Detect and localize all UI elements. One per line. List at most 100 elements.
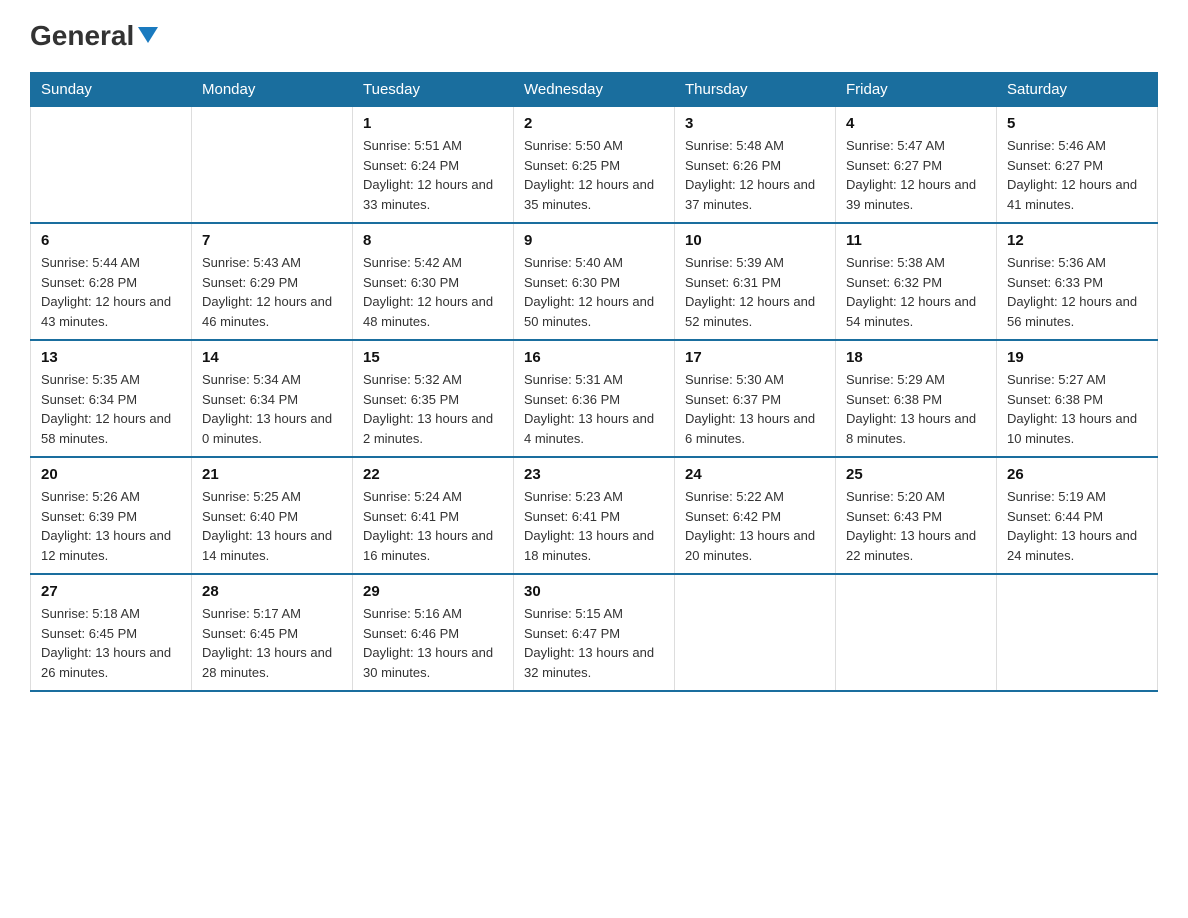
daylight-text: Daylight: 13 hours and 26 minutes. (41, 643, 181, 682)
day-info: Sunrise: 5:17 AMSunset: 6:45 PMDaylight:… (202, 604, 342, 682)
calendar-cell: 27 Sunrise: 5:18 AMSunset: 6:45 PMDayligh… (31, 574, 192, 691)
day-info: Sunrise: 5:42 AMSunset: 6:30 PMDaylight:… (363, 253, 503, 331)
sunset-text: Sunset: 6:28 PM (41, 273, 181, 293)
day-info: Sunrise: 5:30 AMSunset: 6:37 PMDaylight:… (685, 370, 825, 448)
day-number: 14 (202, 349, 342, 366)
calendar-week-row: 27Sunrise: 5:18 AMSunset: 6:45 PMDayligh… (31, 574, 1158, 691)
calendar-cell: 22Sunrise: 5:24 AMSunset: 6:41 PMDayligh… (353, 457, 514, 574)
calendar-table: SundayMondayTuesdayWednesdayThursdayFrid… (30, 72, 1158, 692)
daylight-text: Daylight: 13 hours and 14 minutes. (202, 526, 342, 565)
day-info: Sunrise: 5:38 AMSunset: 6:32 PMDaylight:… (846, 253, 986, 331)
calendar-cell (31, 107, 192, 224)
sunrise-text: Sunrise: 5:26 AM (41, 487, 181, 507)
sunrise-text: Sunrise: 5:18 AM (41, 604, 181, 624)
day-info: Sunrise: 5:47 AMSunset: 6:27 PMDaylight:… (846, 136, 986, 214)
sunset-text: Sunset: 6:36 PM (524, 390, 664, 410)
sunrise-text: Sunrise: 5:32 AM (363, 370, 503, 390)
daylight-text: Daylight: 13 hours and 6 minutes. (685, 409, 825, 448)
calendar-cell: 3Sunrise: 5:48 AMSunset: 6:26 PMDaylight… (675, 107, 836, 224)
calendar-cell: 18Sunrise: 5:29 AMSunset: 6:38 PMDayligh… (836, 340, 997, 457)
daylight-text: Daylight: 13 hours and 4 minutes. (524, 409, 664, 448)
sunset-text: Sunset: 6:41 PM (524, 507, 664, 527)
day-number: 19 (1007, 349, 1147, 366)
calendar-week-row: 6Sunrise: 5:44 AMSunset: 6:28 PMDaylight… (31, 223, 1158, 340)
daylight-text: Daylight: 13 hours and 22 minutes. (846, 526, 986, 565)
day-number: 13 (41, 349, 181, 366)
sunset-text: Sunset: 6:27 PM (846, 156, 986, 176)
day-info: Sunrise: 5:18 AMSunset: 6:45 PMDaylight:… (41, 604, 181, 682)
day-info: Sunrise: 5:43 AMSunset: 6:29 PMDaylight:… (202, 253, 342, 331)
sunset-text: Sunset: 6:35 PM (363, 390, 503, 410)
sunset-text: Sunset: 6:40 PM (202, 507, 342, 527)
sunset-text: Sunset: 6:30 PM (363, 273, 503, 293)
logo-general-text: General (30, 20, 134, 52)
sunrise-text: Sunrise: 5:20 AM (846, 487, 986, 507)
calendar-cell: 24Sunrise: 5:22 AMSunset: 6:42 PMDayligh… (675, 457, 836, 574)
day-info: Sunrise: 5:25 AMSunset: 6:40 PMDaylight:… (202, 487, 342, 565)
day-info: Sunrise: 5:32 AMSunset: 6:35 PMDaylight:… (363, 370, 503, 448)
daylight-text: Daylight: 12 hours and 50 minutes. (524, 292, 664, 331)
calendar-cell: 30Sunrise: 5:15 AMSunset: 6:47 PMDayligh… (514, 574, 675, 691)
calendar-cell: 6Sunrise: 5:44 AMSunset: 6:28 PMDaylight… (31, 223, 192, 340)
sunset-text: Sunset: 6:43 PM (846, 507, 986, 527)
sunset-text: Sunset: 6:46 PM (363, 624, 503, 644)
calendar-cell: 7Sunrise: 5:43 AMSunset: 6:29 PMDaylight… (192, 223, 353, 340)
daylight-text: Daylight: 12 hours and 58 minutes. (41, 409, 181, 448)
calendar-cell: 13Sunrise: 5:35 AMSunset: 6:34 PMDayligh… (31, 340, 192, 457)
day-info: Sunrise: 5:23 AMSunset: 6:41 PMDaylight:… (524, 487, 664, 565)
sunset-text: Sunset: 6:24 PM (363, 156, 503, 176)
calendar-header-row: SundayMondayTuesdayWednesdayThursdayFrid… (31, 73, 1158, 107)
day-number: 3 (685, 115, 825, 132)
calendar-cell: 17Sunrise: 5:30 AMSunset: 6:37 PMDayligh… (675, 340, 836, 457)
day-number: 2 (524, 115, 664, 132)
sunset-text: Sunset: 6:30 PM (524, 273, 664, 293)
sunrise-text: Sunrise: 5:35 AM (41, 370, 181, 390)
sunrise-text: Sunrise: 5:29 AM (846, 370, 986, 390)
weekday-header-friday: Friday (836, 73, 997, 107)
logo-triangle-icon (138, 27, 158, 43)
sunset-text: Sunset: 6:41 PM (363, 507, 503, 527)
calendar-cell: 4Sunrise: 5:47 AMSunset: 6:27 PMDaylight… (836, 107, 997, 224)
day-number: 1 (363, 115, 503, 132)
calendar-cell (836, 574, 997, 691)
sunrise-text: Sunrise: 5:16 AM (363, 604, 503, 624)
logo: General (30, 20, 158, 52)
sunrise-text: Sunrise: 5:38 AM (846, 253, 986, 273)
calendar-cell: 5Sunrise: 5:46 AMSunset: 6:27 PMDaylight… (997, 107, 1158, 224)
calendar-cell (192, 107, 353, 224)
sunrise-text: Sunrise: 5:17 AM (202, 604, 342, 624)
day-info: Sunrise: 5:29 AMSunset: 6:38 PMDaylight:… (846, 370, 986, 448)
sunrise-text: Sunrise: 5:39 AM (685, 253, 825, 273)
daylight-text: Daylight: 12 hours and 52 minutes. (685, 292, 825, 331)
sunrise-text: Sunrise: 5:44 AM (41, 253, 181, 273)
daylight-text: Daylight: 12 hours and 33 minutes. (363, 175, 503, 214)
calendar-cell: 21Sunrise: 5:25 AMSunset: 6:40 PMDayligh… (192, 457, 353, 574)
calendar-cell: 20Sunrise: 5:26 AMSunset: 6:39 PMDayligh… (31, 457, 192, 574)
daylight-text: Daylight: 13 hours and 20 minutes. (685, 526, 825, 565)
day-number: 10 (685, 232, 825, 249)
day-info: Sunrise: 5:40 AMSunset: 6:30 PMDaylight:… (524, 253, 664, 331)
calendar-cell: 29Sunrise: 5:16 AMSunset: 6:46 PMDayligh… (353, 574, 514, 691)
calendar-cell: 16Sunrise: 5:31 AMSunset: 6:36 PMDayligh… (514, 340, 675, 457)
day-info: Sunrise: 5:31 AMSunset: 6:36 PMDaylight:… (524, 370, 664, 448)
daylight-text: Daylight: 12 hours and 56 minutes. (1007, 292, 1147, 331)
calendar-cell: 23Sunrise: 5:23 AMSunset: 6:41 PMDayligh… (514, 457, 675, 574)
calendar-cell: 12Sunrise: 5:36 AMSunset: 6:33 PMDayligh… (997, 223, 1158, 340)
sunrise-text: Sunrise: 5:31 AM (524, 370, 664, 390)
calendar-week-row: 1Sunrise: 5:51 AMSunset: 6:24 PMDaylight… (31, 107, 1158, 224)
daylight-text: Daylight: 13 hours and 18 minutes. (524, 526, 664, 565)
calendar-cell: 14Sunrise: 5:34 AMSunset: 6:34 PMDayligh… (192, 340, 353, 457)
sunset-text: Sunset: 6:45 PM (202, 624, 342, 644)
daylight-text: Daylight: 12 hours and 39 minutes. (846, 175, 986, 214)
day-number: 9 (524, 232, 664, 249)
sunset-text: Sunset: 6:34 PM (202, 390, 342, 410)
daylight-text: Daylight: 12 hours and 41 minutes. (1007, 175, 1147, 214)
sunrise-text: Sunrise: 5:19 AM (1007, 487, 1147, 507)
daylight-text: Daylight: 13 hours and 24 minutes. (1007, 526, 1147, 565)
sunset-text: Sunset: 6:29 PM (202, 273, 342, 293)
day-number: 5 (1007, 115, 1147, 132)
daylight-text: Daylight: 13 hours and 30 minutes. (363, 643, 503, 682)
daylight-text: Daylight: 12 hours and 46 minutes. (202, 292, 342, 331)
daylight-text: Daylight: 12 hours and 37 minutes. (685, 175, 825, 214)
day-number: 27 (41, 583, 181, 600)
